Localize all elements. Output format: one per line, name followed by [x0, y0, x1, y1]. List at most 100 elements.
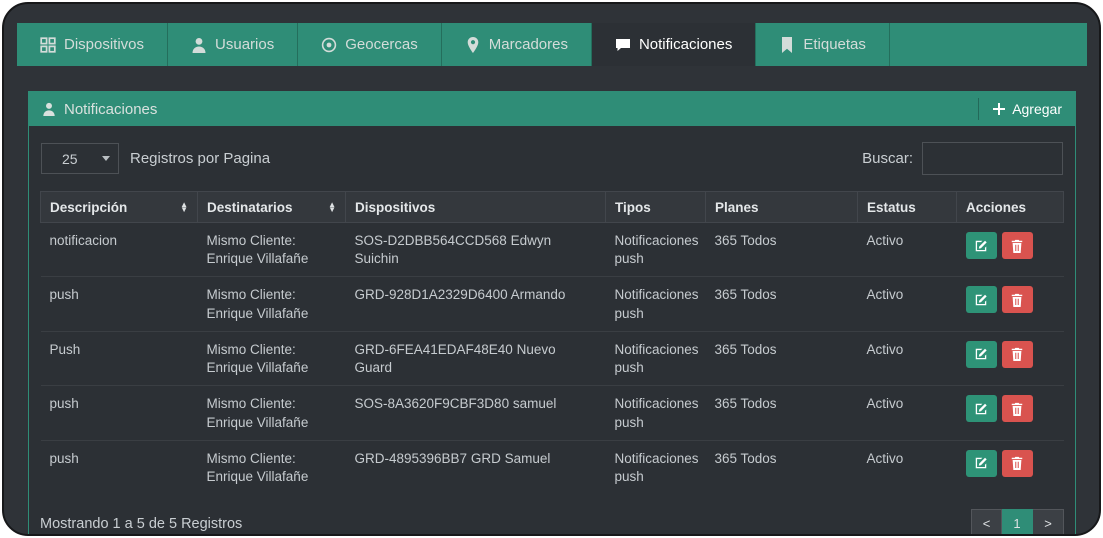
tab-dispositivos[interactable]: Dispositivos [17, 23, 169, 66]
column-label: Acciones [966, 199, 1027, 215]
edit-icon [974, 293, 988, 307]
edit-icon [974, 347, 988, 361]
cell-dispositivos: GRD-6FEA41EDAF48E40 Nuevo Guard [345, 330, 606, 386]
cell-destinatarios: Mismo Cliente: Enrique Villafañe [206, 233, 309, 267]
panel-header: Notificaciones Agregar [29, 92, 1075, 126]
delete-button[interactable] [1001, 395, 1033, 423]
cell-tipos: Notificaciones push [614, 233, 699, 267]
column-header-estatus: Estatus [857, 191, 957, 223]
cell-acciones [956, 439, 1064, 495]
user-icon [42, 102, 56, 116]
delete-button[interactable] [1001, 449, 1033, 477]
edit-button[interactable] [965, 286, 997, 314]
column-label: Destinatarios [207, 199, 293, 215]
column-label: Tipos [615, 199, 651, 215]
next-page-button[interactable]: > [1033, 509, 1064, 534]
page-size-label: Registros por Pagina [130, 150, 271, 167]
page-size-select-wrap: 25 [41, 143, 119, 174]
cell-descripcion: push [40, 385, 198, 441]
cell-planes: 365 Todos [714, 233, 777, 248]
trash-icon [1010, 239, 1024, 253]
cell-acciones [956, 385, 1064, 441]
edit-button[interactable] [965, 232, 997, 259]
cell-dispositivos: GRD-928D1A2329D6400 Armando [345, 276, 606, 332]
pagination: < 1 > [971, 509, 1064, 534]
page-size-select[interactable]: 25 [41, 143, 119, 174]
user-icon [191, 37, 207, 53]
cell-planes: 365 Todos [705, 330, 858, 386]
cell-estatus: Activo [866, 233, 904, 248]
tab-label: Usuarios [215, 36, 275, 53]
cell-acciones [956, 330, 1064, 386]
plus-icon [993, 103, 1006, 115]
column-label: Estatus [867, 199, 916, 215]
bookmark-icon [779, 36, 795, 53]
column-header-planes: Planes [705, 191, 858, 223]
table-controls: 25 Registros por Pagina Buscar: [41, 142, 1063, 175]
cell-planes: 365 Todos [705, 385, 858, 441]
add-button-label: Agregar [1012, 101, 1062, 117]
add-button[interactable]: Agregar [978, 98, 1062, 120]
cell-descripcion: push [40, 276, 198, 332]
column-header-dispositivos: Dispositivos [345, 191, 606, 223]
cell-dispositivos: SOS-D2DBB564CCD568 Edwyn Suichin [354, 233, 552, 267]
tab-etiquetas[interactable]: Etiquetas [755, 23, 890, 66]
cell-planes: 365 Todos [705, 439, 858, 495]
content-area: Notificaciones Agregar 25 Registros por … [4, 66, 1099, 534]
panel-title: Notificaciones [64, 100, 158, 118]
column-header-tipos: Tipos [605, 191, 706, 223]
page-1-button[interactable]: 1 [1002, 509, 1033, 534]
cell-estatus: Activo [857, 439, 957, 495]
grid-icon [40, 36, 56, 53]
edit-button[interactable] [965, 449, 997, 477]
table-footer: Mostrando 1 a 5 de 5 Registros < 1 > [40, 509, 1064, 534]
column-header-acciones: Acciones [956, 191, 1064, 223]
column-label: Planes [715, 199, 759, 215]
edit-button[interactable] [965, 395, 997, 423]
tab-label: Notificaciones [638, 36, 733, 53]
column-label: Dispositivos [355, 199, 436, 215]
edit-button[interactable] [965, 340, 997, 368]
cell-tipos: Notificaciones push [605, 330, 706, 386]
cell-tipos: Notificaciones push [605, 385, 706, 441]
edit-icon [974, 402, 988, 416]
cell-acciones [956, 276, 1064, 332]
delete-button[interactable] [1001, 232, 1033, 259]
notifications-table: Descripción ▲ ▼ Destinatarios ▲ ▼ Dispositivos… [40, 191, 1064, 495]
column-header-destinatarios[interactable]: Destinatarios ▲ ▼ [197, 191, 346, 223]
app-window: Dispositivos Usuarios Geocercas Marcadores N… [2, 2, 1101, 536]
delete-button[interactable] [1001, 286, 1033, 314]
search-label: Buscar: [862, 150, 913, 167]
tab-notificaciones[interactable]: Notificaciones [591, 23, 756, 66]
cell-descripcion: notificacion [49, 233, 118, 248]
notifications-panel: Notificaciones Agregar 25 Registros por … [28, 91, 1076, 534]
tab-usuarios[interactable]: Usuarios [168, 23, 299, 66]
cell-acciones [957, 223, 1064, 277]
cell-estatus: Activo [857, 330, 957, 386]
table-row: push Mismo Cliente: Enrique Villafañe GRD-… [40, 276, 1064, 332]
trash-icon [1010, 402, 1024, 416]
sort-arrows-icon: ▲ ▼ [328, 200, 336, 214]
trash-icon [1010, 456, 1024, 471]
tab-label: Marcadores [488, 36, 568, 53]
cell-estatus: Activo [857, 276, 957, 332]
records-summary: Mostrando 1 a 5 de 5 Registros [40, 515, 243, 532]
tab-marcadores[interactable]: Marcadores [442, 23, 592, 66]
prev-page-button[interactable]: < [971, 509, 1002, 534]
table-row: push Mismo Cliente: Enrique Villafañe GRD-… [40, 439, 1064, 495]
tab-label: Geocercas [345, 36, 418, 53]
cell-destinatarios: Mismo Cliente: Enrique Villafañe [197, 330, 346, 386]
main-tabbar: Dispositivos Usuarios Geocercas Marcadores N… [17, 23, 1087, 66]
search-input[interactable] [922, 142, 1063, 175]
cell-destinatarios: Mismo Cliente: Enrique Villafañe [197, 439, 346, 495]
cell-estatus: Activo [857, 385, 957, 441]
tab-label: Dispositivos [64, 36, 145, 53]
delete-button[interactable] [1001, 340, 1033, 368]
cell-planes: 365 Todos [705, 276, 858, 332]
cell-descripcion: Push [40, 330, 198, 386]
sort-arrows-icon: ▲ ▼ [180, 200, 188, 214]
cell-destinatarios: Mismo Cliente: Enrique Villafañe [197, 385, 346, 441]
tab-geocercas[interactable]: Geocercas [298, 23, 442, 66]
edit-icon [974, 239, 988, 253]
column-header-descripción[interactable]: Descripción ▲ ▼ [40, 191, 198, 223]
